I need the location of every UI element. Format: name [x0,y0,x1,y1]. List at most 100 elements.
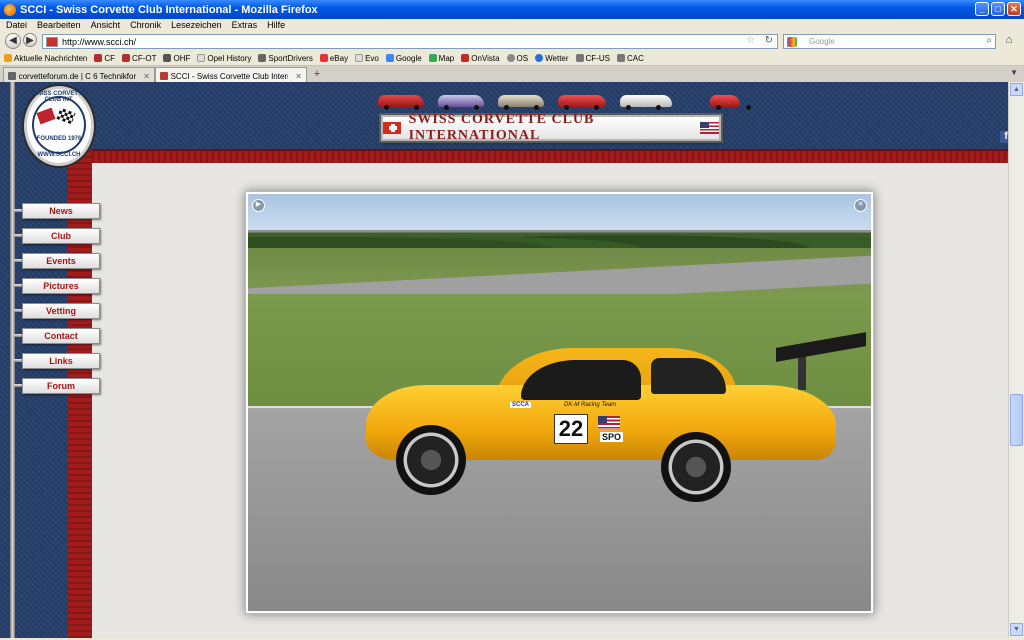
hook-icon [14,234,22,237]
new-tab-button[interactable]: + [309,68,325,82]
nav-item-news: News [14,203,102,219]
menu-chronik[interactable]: Chronik [130,20,161,30]
bookmark-cf-us[interactable]: CF-US [575,54,610,63]
tab-label: SCCI - Swiss Corvette Club International [170,71,289,81]
logo-text-top: SWISS CORVETTE CLUB INT. [32,91,86,103]
car-white-icon [620,95,672,110]
logo-inner [32,96,86,154]
bookmark-icon [94,54,103,62]
tab-close-icon[interactable]: ✕ [143,72,150,81]
hook-icon [14,384,22,387]
bookmark-ebay[interactable]: eBay [319,54,348,63]
bookmark-onvista[interactable]: OnVista [461,54,500,63]
forum-button[interactable]: Forum [22,378,100,394]
us-flag-icon [699,122,719,134]
nav-item-club: Club [14,228,102,244]
bookmark-icon [163,54,172,62]
globe-icon [535,54,544,62]
hook-icon [14,359,22,362]
tab-scci[interactable]: SCCI - Swiss Corvette Club International… [155,67,307,82]
bookmark-map[interactable]: Map [428,54,454,63]
contact-button[interactable]: Contact [22,328,100,344]
pictures-button[interactable]: Pictures [22,278,100,294]
firefox-icon [4,3,16,16]
url-bar[interactable]: http://www.scci.ch/ ☆ ↻ [42,34,778,49]
scroll-up-icon[interactable]: ▲ [1010,83,1023,96]
logo-text-founded: FOUNDED 1976 [36,136,82,142]
search-icon[interactable]: ⌕ [986,35,992,46]
page-icon [355,54,364,62]
tab-label: corvetteforum.de | C 6 Technikforum | Z.… [18,71,137,81]
scroll-down-icon[interactable]: ▼ [1010,623,1023,636]
car-sticker-scca: SCCA [510,402,532,408]
race-car-photo[interactable]: SCCA DK-M Racing Team 22 SPO ▶ ✕ [248,194,871,611]
bookmark-google[interactable]: Google [385,54,422,63]
vetting-button[interactable]: Vetting [22,303,100,319]
hook-icon [14,259,22,262]
club-logo[interactable]: SWISS CORVETTE CLUB INT. FOUNDED 1976 WW… [24,86,94,166]
tab-favicon-icon [8,72,16,80]
bookmark-icon [461,54,470,62]
maximize-button[interactable]: □ [991,2,1005,16]
bookmark-evo[interactable]: Evo [355,54,379,63]
bookmark-cf[interactable]: CF [94,54,115,63]
club-button[interactable]: Club [22,228,100,244]
tab-bar: corvetteforum.de | C 6 Technikforum | Z.… [0,66,1024,82]
bookmark-star-icon[interactable]: ☆ [746,35,755,46]
slideshow-play-icon[interactable]: ▶ [252,199,265,212]
bookmark-ohf[interactable]: OHF [163,54,190,63]
menu-extras[interactable]: Extras [232,20,258,30]
corvette-car: SCCA DK-M Racing Team 22 SPO [366,332,866,502]
links-button[interactable]: Links [22,353,100,369]
bookmark-wetter[interactable]: Wetter [535,54,569,63]
tab-close-icon[interactable]: ✕ [295,72,302,81]
google-icon[interactable] [787,36,797,47]
home-icon[interactable]: ⌂ [1001,34,1017,49]
tab-corvetteforum[interactable]: corvetteforum.de | C 6 Technikforum | Z.… [3,67,155,82]
facebook-icon[interactable]: f [1000,131,1008,143]
hook-icon [14,334,22,337]
bookmark-icon [258,54,267,62]
menu-lesezeichen[interactable]: Lesezeichen [171,20,222,30]
site-favicon-icon [46,36,58,47]
nav-item-forum: Forum [14,378,102,394]
search-bar[interactable]: Google ⌕ [783,34,996,49]
bookmark-icon [575,54,584,62]
swiss-flag-icon [383,122,401,134]
lightbox-close-icon[interactable]: ✕ [854,199,867,212]
close-window-button[interactable]: ✕ [1007,2,1021,16]
photo-trees [248,222,871,248]
car-red-icon [378,95,424,110]
minimize-button[interactable]: _ [975,2,989,16]
rss-icon [4,54,12,62]
header-stripe [92,149,1008,163]
search-placeholder: Google [809,37,835,46]
bookmark-sportdrivers[interactable]: SportDrivers [258,54,313,63]
bookmark-opel-history[interactable]: Opel History [197,54,251,63]
bookmark-os[interactable]: OS [506,54,528,63]
car-red2-icon [558,95,606,110]
bookmark-icon [122,54,131,62]
tab-list-icon[interactable]: ▼ [1010,68,1018,77]
page-viewport: SWISS CORVETTE CLUB INTERNATIONAL f SWIS… [0,82,1008,638]
car-sticker-team: DK-M Racing Team [564,402,617,408]
bookmark-cac[interactable]: CAC [616,54,644,63]
menu-hilfe[interactable]: Hilfe [267,20,285,30]
window-controls: _ □ ✕ [975,2,1021,16]
menu-bearbeiten[interactable]: Bearbeiten [37,20,81,30]
car-us-flag-icon [598,416,620,429]
page-icon [197,54,206,62]
vertical-scrollbar[interactable]: ▲ ▼ [1008,82,1024,638]
reload-icon[interactable]: ↻ [765,35,773,46]
news-button[interactable]: News [22,203,100,219]
back-button[interactable]: ◀ [5,33,21,49]
events-button[interactable]: Events [22,253,100,269]
menu-datei[interactable]: Datei [6,20,27,30]
hook-icon [14,284,22,287]
car-silver-icon [498,95,544,110]
bookmark-cf-ot[interactable]: CF-OT [122,54,156,63]
scroll-thumb[interactable] [1010,394,1023,446]
bookmark-aktuelle-nachrichten[interactable]: Aktuelle Nachrichten [4,54,87,63]
forward-button[interactable]: ▶ [23,33,37,47]
menu-ansicht[interactable]: Ansicht [91,20,121,30]
